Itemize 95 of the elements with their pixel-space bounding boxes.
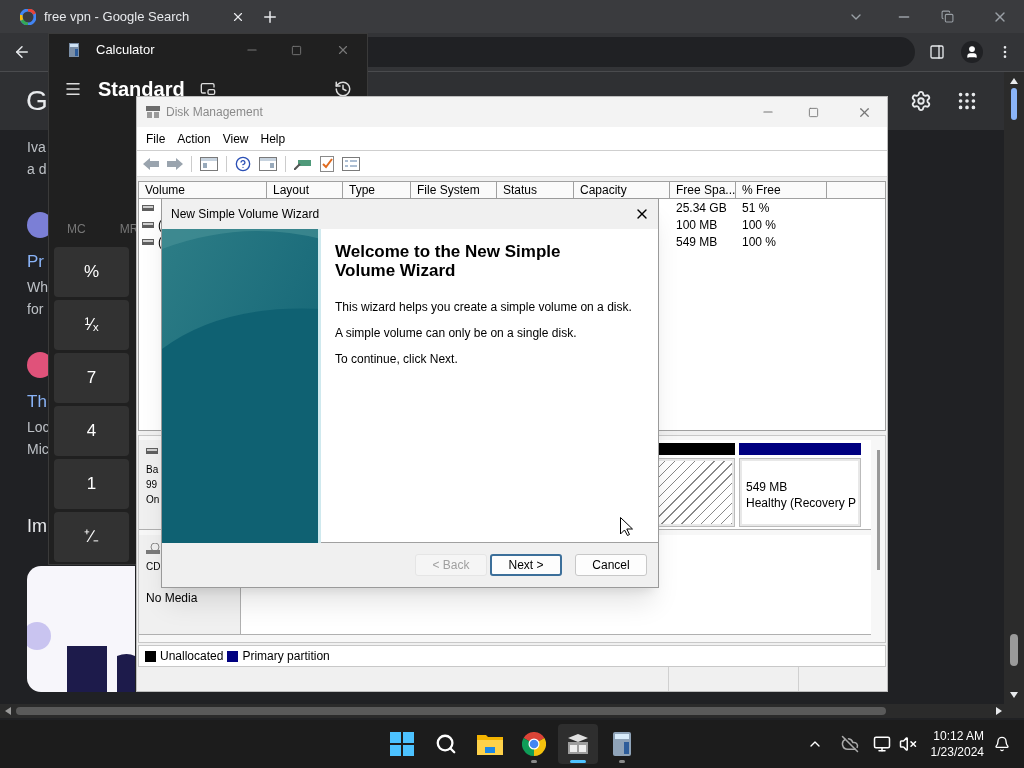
logo-text: G — [26, 84, 48, 118]
search-icon — [435, 733, 457, 755]
panel-icon[interactable] — [259, 156, 277, 171]
partition-label: Healthy (Recovery P — [746, 495, 858, 511]
restore-icon[interactable] — [941, 10, 954, 23]
menu-item[interactable]: View — [222, 129, 249, 148]
volume-muted-icon[interactable] — [898, 735, 917, 753]
disk-label: CD — [146, 560, 161, 574]
result-snippet: Wh — [27, 278, 48, 297]
profile-icon[interactable] — [961, 41, 983, 63]
calculator-icon — [69, 43, 79, 57]
wizard-text: To continue, click Next. — [335, 352, 459, 366]
properties-icon[interactable] — [342, 156, 360, 171]
drive-icon — [142, 238, 154, 245]
scroll-right-icon[interactable] — [996, 707, 1002, 715]
result-snippet: a d — [27, 160, 47, 179]
column-header[interactable]: % Free — [736, 182, 827, 198]
legend-label: Primary partition — [242, 648, 330, 665]
menu-icon[interactable] — [64, 80, 82, 98]
keep-on-top-icon[interactable] — [199, 81, 216, 97]
calculator-key[interactable]: 7 — [54, 353, 129, 403]
disk-icon — [566, 733, 590, 755]
table-cell: 100 % — [742, 234, 777, 249]
table-cell: 100 MB — [676, 217, 718, 232]
cloud-off-icon[interactable] — [840, 735, 859, 753]
dialog-button[interactable]: Cancel — [575, 554, 647, 576]
menu-item[interactable]: File — [146, 129, 166, 148]
window-title: Calculator — [96, 41, 155, 60]
memory-button[interactable]: MC — [67, 219, 86, 238]
calculator-key[interactable]: ⁺∕₋ — [54, 512, 129, 562]
legend-label: Unallocated — [160, 648, 224, 665]
windows-logo-icon — [390, 732, 414, 756]
disk-status: No Media — [146, 590, 199, 607]
calculator-key[interactable]: ¹⁄ₓ — [54, 300, 129, 350]
panel-icon[interactable] — [200, 156, 218, 171]
scroll-down-icon[interactable] — [1010, 692, 1018, 698]
scroll-thumb[interactable] — [16, 707, 886, 715]
maximize-icon[interactable] — [808, 106, 819, 118]
back-icon[interactable] — [13, 43, 31, 61]
side-panel-icon[interactable] — [929, 44, 945, 60]
cd-drive-icon — [146, 543, 160, 555]
connect-icon[interactable] — [294, 157, 312, 170]
disk-label: 99 — [146, 478, 158, 492]
mode-title: Standard — [98, 77, 185, 102]
calculator-key[interactable]: 4 — [54, 406, 129, 456]
result-snippet: Loc — [27, 418, 50, 437]
history-icon[interactable] — [334, 80, 352, 98]
wizard-text: A simple volume can only be on a single disk. — [335, 326, 578, 340]
clock-date[interactable]: 1/23/2024 — [930, 744, 984, 760]
disk-icon — [146, 106, 160, 118]
partition-label: 549 MB — [746, 479, 789, 495]
dialog-button[interactable]: Next > — [490, 554, 562, 576]
window-title: Disk Management — [166, 104, 263, 121]
drive-icon — [142, 221, 154, 228]
wizard-text: This wizard helps you create a simple volume on a disk. — [335, 300, 632, 314]
result-title[interactable]: Pr — [27, 248, 44, 276]
result-snippet: for — [27, 300, 44, 319]
dialog-title: New Simple Volume Wizard — [171, 206, 320, 223]
table-cell: 51 % — [742, 200, 770, 215]
clock-time[interactable]: 10:12 AM — [933, 728, 984, 744]
calculator-key[interactable]: % — [54, 247, 129, 297]
scroll-marker — [1011, 88, 1017, 120]
maximize-icon[interactable] — [291, 44, 302, 56]
cursor-icon — [620, 517, 633, 536]
browser-logo-icon — [522, 732, 546, 756]
drive-icon — [142, 204, 154, 211]
table-cell: 100 % — [742, 217, 777, 232]
apps-icon[interactable] — [956, 90, 978, 112]
menu-item[interactable]: Action — [177, 129, 211, 148]
drive-icon — [146, 448, 158, 454]
scroll-thumb[interactable] — [876, 450, 880, 570]
scroll-up-icon[interactable] — [1010, 78, 1018, 84]
calculator-icon — [613, 732, 631, 756]
folder-icon — [477, 733, 503, 755]
help-icon[interactable] — [235, 155, 251, 172]
network-icon[interactable] — [872, 735, 891, 753]
result-title[interactable]: Th — [27, 388, 47, 416]
section-heading: Im — [27, 515, 47, 538]
scroll-left-icon[interactable] — [5, 707, 11, 715]
logo-icon — [20, 8, 36, 25]
checklist-icon[interactable] — [320, 155, 334, 172]
result-snippet: Iva — [27, 138, 46, 157]
wizard-heading: Welcome to the New Simple Volume Wizard — [335, 242, 562, 280]
notifications-icon[interactable] — [994, 736, 1010, 752]
table-cell: 25.34 GB — [676, 200, 727, 215]
disk-label: On — [146, 493, 160, 507]
scroll-thumb[interactable] — [1010, 634, 1018, 666]
table-cell: 549 MB — [676, 234, 718, 249]
taskbar-app[interactable] — [558, 724, 598, 764]
settings-icon[interactable] — [910, 90, 932, 112]
result-snippet: Mic — [27, 440, 49, 459]
calculator-key[interactable]: 1 — [54, 459, 129, 509]
menu-item[interactable]: Help — [260, 129, 286, 148]
disk-label: Ba — [146, 463, 159, 477]
column-header[interactable]: Free Spa... — [670, 182, 736, 198]
